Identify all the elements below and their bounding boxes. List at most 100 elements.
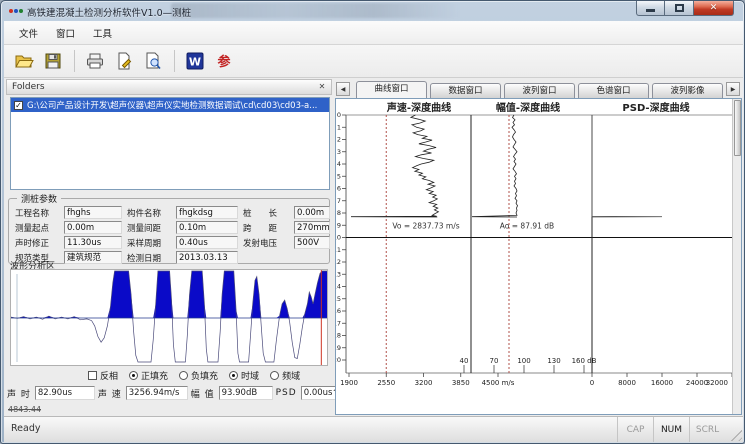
radio-fill-positive[interactable]: 正填充: [129, 369, 168, 382]
tab-scroll-left-button[interactable]: ◀: [336, 82, 350, 96]
window-title: 高铁建混凝土检测分析软件V1.0—测桩: [27, 5, 191, 19]
tab-0[interactable]: 曲线窗口: [356, 81, 427, 98]
svg-text:8: 8: [337, 209, 341, 217]
waveform-plot[interactable]: [10, 269, 328, 366]
svg-text:40: 40: [460, 357, 469, 365]
radio-time-domain[interactable]: 时域: [229, 369, 259, 382]
param-value-field[interactable]: 500V: [294, 236, 330, 249]
indicator-num: NUM: [653, 417, 689, 442]
radio-label: 频域: [282, 369, 300, 382]
menu-item-1[interactable]: 窗口: [47, 23, 84, 43]
readout-label: 声 速: [98, 387, 122, 400]
readout-value-field[interactable]: 82.90us: [35, 386, 95, 400]
resize-grip[interactable]: [728, 427, 742, 441]
tab-bar: ◀ 曲线窗口数据窗口波列窗口色谱窗口波列影像 ▶: [336, 80, 741, 98]
tab-1[interactable]: 数据窗口: [430, 83, 501, 98]
close-button[interactable]: ✕: [693, 1, 734, 16]
svg-text:16000: 16000: [651, 379, 673, 387]
param-value-field[interactable]: 11.30us: [64, 236, 122, 249]
readout-value-field[interactable]: 0.00us^2/m: [301, 386, 337, 400]
scrollbar-thumb[interactable]: [734, 100, 741, 156]
word-icon: W: [185, 51, 205, 71]
title-bar[interactable]: 高铁建混凝土检测分析软件V1.0—测桩 ✕: [1, 1, 744, 21]
pile-params-title: 测桩参数: [17, 192, 61, 205]
param-label: 采样周期: [127, 237, 171, 249]
open-button[interactable]: [10, 49, 37, 74]
param-value-field[interactable]: 2013.03.13: [176, 251, 238, 264]
svg-text:130: 130: [547, 357, 560, 365]
readout-value-field[interactable]: 93.90dB: [219, 386, 273, 400]
svg-text:11: 11: [336, 246, 341, 254]
tab-scroll-right-button[interactable]: ▶: [726, 82, 740, 96]
tab-2[interactable]: 波列窗口: [504, 83, 575, 98]
param-label: 跨 距: [243, 222, 289, 234]
svg-text:声速-深度曲线: 声速-深度曲线: [386, 101, 451, 114]
curves-panel: ◀ 曲线窗口数据窗口波列窗口色谱窗口波列影像 ▶ 012345678910111…: [334, 78, 743, 416]
print-preview-button[interactable]: [139, 49, 166, 74]
svg-text:70: 70: [490, 357, 499, 365]
svg-text:Ao = 87.91 dB: Ao = 87.91 dB: [500, 221, 554, 230]
readout-label: 幅 值: [191, 387, 215, 400]
pile-params-group: 测桩参数 工程名称fhghs构件名称fhgkdsg桩 长0.00m测量起点0.0…: [8, 198, 330, 264]
param-value-field[interactable]: 建筑规范: [64, 251, 122, 264]
svg-text:1900: 1900: [340, 379, 358, 387]
svg-text:参: 参: [217, 54, 231, 70]
radio-frequency-domain[interactable]: 频域: [270, 369, 300, 382]
folders-panel-header: Folders ✕: [6, 79, 332, 95]
export-report-button[interactable]: [110, 49, 137, 74]
svg-text:100: 100: [517, 357, 530, 365]
svg-text:6: 6: [337, 185, 341, 193]
radio-icon: [179, 371, 188, 380]
svg-text:0: 0: [590, 379, 594, 387]
folders-close-button[interactable]: ✕: [316, 81, 328, 93]
radio-label: 时域: [241, 369, 259, 382]
checkbox-icon[interactable]: ✓: [14, 101, 23, 110]
param-value-field[interactable]: 0.00m: [294, 206, 330, 219]
tab-3[interactable]: 色谱窗口: [578, 83, 649, 98]
menu-bar: 文件窗口工具: [4, 21, 743, 45]
maximize-button[interactable]: [665, 1, 693, 16]
toolbar-separator: [174, 50, 175, 72]
param-label: 测量间距: [127, 222, 171, 234]
parameters-button[interactable]: 参: [210, 49, 237, 74]
svg-text:5: 5: [337, 172, 341, 180]
list-item[interactable]: ✓G:\公司产品设计开发\超声仪器\超声仪实地检测数据调试\cd\cd03\cd…: [11, 98, 329, 112]
vertical-scrollbar[interactable]: [732, 99, 741, 414]
param-value-field[interactable]: fhghs: [64, 206, 122, 219]
svg-text:10: 10: [336, 234, 341, 242]
menu-item-0[interactable]: 文件: [10, 23, 47, 43]
pile-params-grid: 工程名称fhghs构件名称fhgkdsg桩 长0.00m测量起点0.00m测量间…: [15, 206, 330, 264]
svg-text:3200: 3200: [415, 379, 433, 387]
print-button[interactable]: [81, 49, 108, 74]
param-value-field[interactable]: 0.40us: [176, 236, 238, 249]
svg-text:4: 4: [337, 160, 341, 168]
export-report-icon: [114, 51, 134, 71]
param-value-field[interactable]: 0.10m: [176, 221, 238, 234]
folders-panel: Folders ✕ ✓G:\公司产品设计开发\超声仪器\超声仪实地检测数据调试\…: [4, 78, 334, 416]
param-value-field[interactable]: 270mm: [294, 221, 330, 234]
file-list[interactable]: ✓G:\公司产品设计开发\超声仪器\超声仪实地检测数据调试\cd\cd03\cd…: [10, 97, 330, 190]
param-label: 发射电压: [243, 237, 289, 249]
tab-4[interactable]: 波列影像: [652, 83, 723, 98]
svg-text:Vo = 2837.73 m/s: Vo = 2837.73 m/s: [392, 221, 459, 230]
word-export-button[interactable]: W: [181, 49, 208, 74]
svg-text:20: 20: [336, 356, 341, 364]
svg-text:W: W: [188, 56, 200, 69]
svg-text:12: 12: [336, 258, 341, 266]
svg-text:17: 17: [336, 319, 341, 327]
param-value-field[interactable]: fhgkdsg: [176, 206, 238, 219]
save-button[interactable]: [39, 49, 66, 74]
app-window: 高铁建混凝土检测分析软件V1.0—测桩 ✕ 文件窗口工具: [0, 0, 745, 444]
readout-value-field[interactable]: 3256.94m/s: [126, 386, 188, 400]
readout-label: PSD: [276, 388, 297, 398]
menu-item-2[interactable]: 工具: [84, 23, 121, 43]
radio-fill-negative[interactable]: 负填充: [179, 369, 218, 382]
clipped-text: 4843.44: [8, 405, 41, 413]
curves-chart-area[interactable]: 01234567891011121314151617181920声速-深度曲线1…: [335, 98, 742, 415]
invert-checkbox[interactable]: 反相: [88, 369, 118, 382]
minimize-button[interactable]: [636, 1, 665, 16]
param-value-field[interactable]: 0.00m: [64, 221, 122, 234]
print-icon: [85, 51, 105, 71]
svg-text:13: 13: [336, 270, 341, 278]
svg-text:3850: 3850: [452, 379, 470, 387]
